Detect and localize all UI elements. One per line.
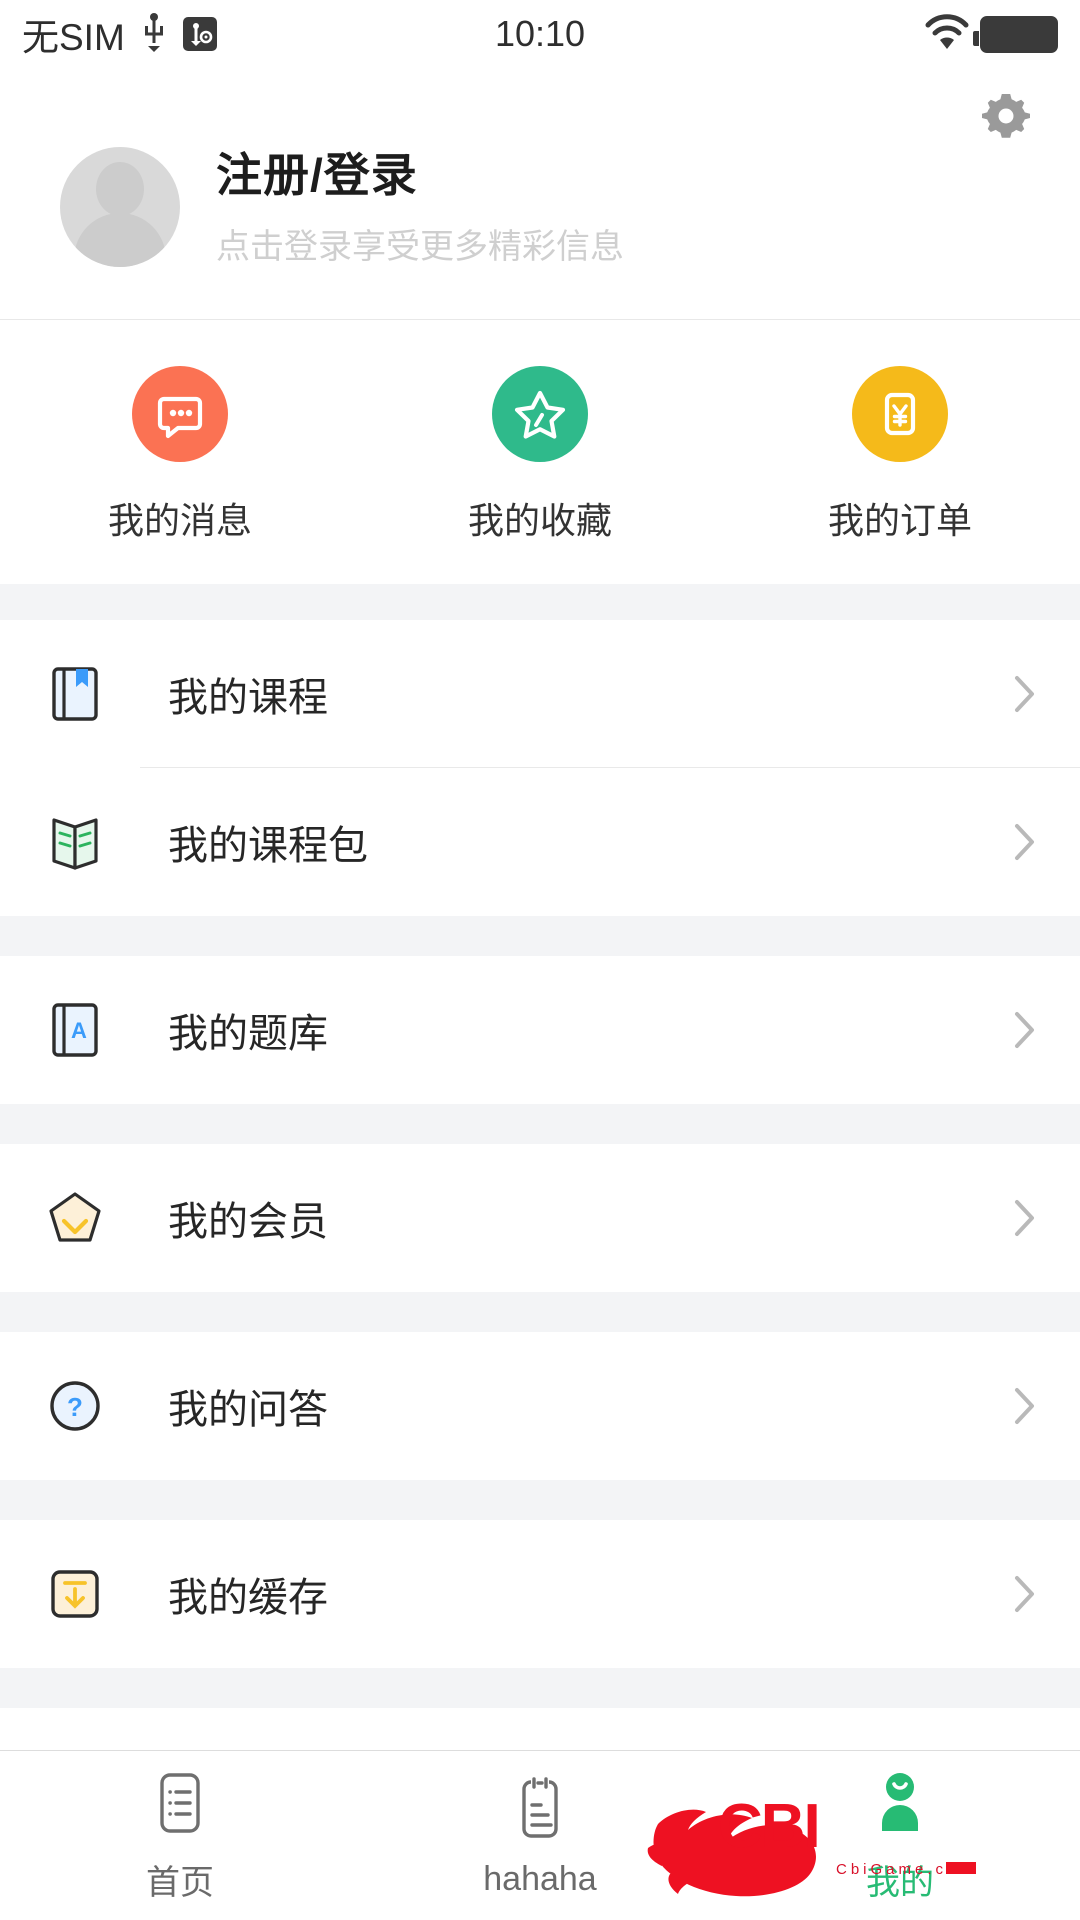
tab-label: 首页 xyxy=(146,1864,214,1902)
bookmark-book-icon xyxy=(44,663,106,725)
wifi-icon xyxy=(924,13,970,56)
usb-icon xyxy=(139,12,169,57)
gear-icon[interactable] xyxy=(980,90,1032,142)
quick-action-orders[interactable]: 我的订单 xyxy=(720,366,1080,544)
section-divider xyxy=(0,1480,1080,1520)
download-cache-icon xyxy=(44,1563,106,1625)
question-bank-book-icon: A xyxy=(44,999,106,1061)
quick-action-label: 我的收藏 xyxy=(467,500,612,541)
menu-group-cache: 我的缓存 xyxy=(0,1520,1080,1668)
carrier-label: 无SIM xyxy=(22,17,125,58)
menu-item-label: 我的课程 xyxy=(168,676,328,720)
question-circle-icon: ? xyxy=(44,1375,106,1437)
open-book-icon xyxy=(44,811,106,873)
menu-item-label: 我的缓存 xyxy=(168,1576,328,1620)
chevron-right-icon[interactable] xyxy=(1014,823,1036,861)
profile-header[interactable]: 注册/登录 点击登录享受更多精彩信息 xyxy=(0,68,1080,320)
list-page-icon xyxy=(148,1767,212,1839)
avatar-placeholder-icon[interactable] xyxy=(60,146,180,267)
menu-item-my-courses[interactable]: 我的课程 xyxy=(0,620,1080,768)
menu-item-label: 我的问答 xyxy=(168,1388,328,1432)
status-bar-left: 无SIM xyxy=(22,7,217,61)
menu-item-my-question-bank[interactable]: A 我的题库 xyxy=(0,956,1080,1104)
quick-action-messages[interactable]: 我的消息 xyxy=(0,366,360,544)
note-page-icon xyxy=(508,1772,572,1844)
chevron-right-icon[interactable] xyxy=(1014,1011,1036,1049)
clock-label: 10:10 xyxy=(494,13,586,54)
menu-item-label: 我的题库 xyxy=(168,1012,328,1056)
tab-label: 我的 xyxy=(866,1864,934,1902)
menu-item-label: 我的会员 xyxy=(168,1200,328,1244)
chevron-right-icon[interactable] xyxy=(1014,1575,1036,1613)
profile-block[interactable]: 注册/登录 点击登录享受更多精彩信息 xyxy=(0,68,1080,319)
login-subtitle: 点击登录享受更多精彩信息 xyxy=(216,228,624,266)
menu-item-label: 我的课程包 xyxy=(168,824,368,868)
menu-item-my-cache[interactable]: 我的缓存 xyxy=(0,1520,1080,1668)
menu-group-question-bank: A 我的题库 xyxy=(0,956,1080,1104)
menu-group-qa: ? 我的问答 xyxy=(0,1332,1080,1480)
tab-hahaha[interactable]: hahaha xyxy=(360,1751,720,1920)
quick-action-favorites[interactable]: 我的收藏 xyxy=(360,366,720,544)
status-bar-right xyxy=(924,13,1058,56)
quick-action-label: 我的订单 xyxy=(827,500,972,541)
chevron-right-icon[interactable] xyxy=(1014,1387,1036,1425)
menu-item-my-course-packages[interactable]: 我的课程包 xyxy=(0,768,1080,916)
menu-item-my-membership[interactable]: 我的会员 xyxy=(0,1144,1080,1292)
section-divider xyxy=(0,584,1080,620)
usb-debug-icon xyxy=(182,17,217,51)
menu-item-my-qa[interactable]: ? 我的问答 xyxy=(0,1332,1080,1480)
menu-group-courses: 我的课程 我的课程包 xyxy=(0,620,1080,916)
chevron-right-icon[interactable] xyxy=(1014,1199,1036,1237)
section-divider xyxy=(0,1292,1080,1332)
message-bubble-icon[interactable] xyxy=(132,366,228,462)
membership-pentagon-icon xyxy=(44,1187,106,1249)
quick-actions: 我的消息 我的收藏 我的订单 xyxy=(0,320,1080,584)
quick-action-label: 我的消息 xyxy=(107,500,252,541)
menu-group-membership: 我的会员 xyxy=(0,1144,1080,1292)
profile-text: 注册/登录 点击登录享受更多精彩信息 xyxy=(216,139,624,274)
tab-home[interactable]: 首页 xyxy=(0,1751,360,1920)
tab-profile[interactable]: 我的 xyxy=(720,1751,1080,1920)
status-bar: 无SIM 10:10 xyxy=(0,0,1080,68)
star-icon[interactable] xyxy=(492,366,588,462)
battery-icon xyxy=(973,15,1058,53)
svg-text:?: ? xyxy=(67,1392,83,1422)
yen-card-icon[interactable] xyxy=(852,366,948,462)
section-divider xyxy=(0,1668,1080,1708)
login-title[interactable]: 注册/登录 xyxy=(216,139,624,205)
svg-text:A: A xyxy=(71,1018,87,1043)
bottom-tab-bar: 首页 hahaha 我的 CBI CbiGame.com xyxy=(0,1750,1080,1920)
section-divider xyxy=(0,916,1080,956)
chevron-right-icon[interactable] xyxy=(1014,675,1036,713)
tab-label: hahaha xyxy=(483,1860,597,1898)
person-icon xyxy=(868,1767,932,1839)
section-divider xyxy=(0,1104,1080,1144)
